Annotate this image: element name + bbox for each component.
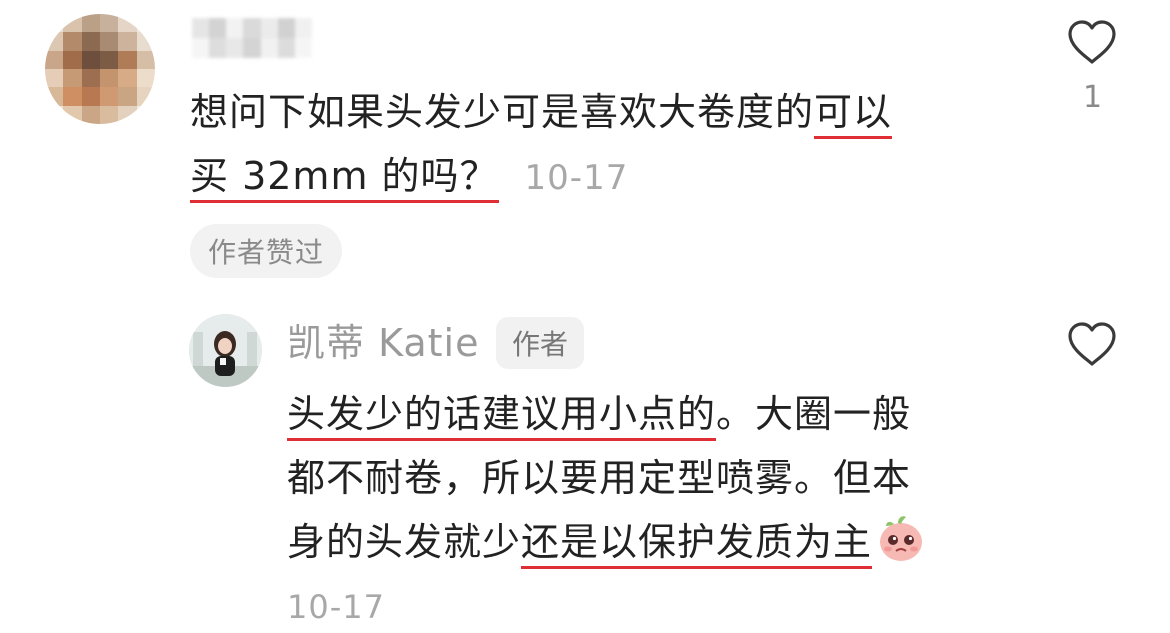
name-mosaic-tile [226,38,244,58]
avatar-mosaic-tile [81,14,100,33]
reply-text-line-1: 头发少的话建议用小点的。大圈一般 [287,382,911,446]
avatar-mosaic-tile [63,14,82,33]
avatar-mosaic-tile [100,14,119,33]
author-badge: 作者 [496,317,585,369]
name-mosaic-tile [243,38,261,58]
avatar-mosaic-tile [45,50,64,69]
avatar-mosaic-tile [100,69,119,88]
name-mosaic-tile [260,18,278,38]
avatar-mosaic-tile [100,105,119,124]
replier-avatar[interactable] [189,314,262,387]
avatar-mosaic-tile [81,50,100,69]
avatar-mosaic-tile [136,14,155,33]
reply-text-segment: 。大圈一般 [716,392,912,436]
avatar-mosaic-tile [81,105,100,124]
comment-text-line-2: 买 32mm 的吗？ 10-17 [190,144,628,210]
avatar-mosaic-tile [100,87,119,106]
name-mosaic-tile [209,18,227,38]
avatar-mosaic-tile [118,32,137,51]
avatar-mosaic-tile [100,32,119,51]
reply-text-underlined: 头发少的话建议用小点的 [287,392,717,441]
avatar-mosaic-tile [100,50,119,69]
avatar-mosaic-tile [63,50,82,69]
avatar-mosaic-tile [118,14,137,33]
avatar-mosaic-tile [118,50,137,69]
avatar-mosaic-tile [136,87,155,106]
avatar-mosaic-tile [63,69,82,88]
name-mosaic-tile [209,38,227,58]
name-mosaic-tile [294,38,312,58]
avatar-mosaic-tile [118,87,137,106]
avatar-mosaic-tile [63,32,82,51]
commenter-avatar-pixelated[interactable] [45,14,155,124]
name-mosaic-tile [192,38,210,58]
name-mosaic-tile [260,38,278,58]
avatar-mosaic-tile [45,14,64,33]
crying-peach-emoji-icon [880,516,923,561]
avatar-mosaic-tile [136,50,155,69]
commenter-name-blurred[interactable] [192,18,312,58]
avatar-mosaic-tile [118,69,137,88]
author-liked-badge: 作者赞过 [190,224,343,278]
reply-text-line-2: 都不耐卷，所以要用定型喷雾。但本 [287,446,911,510]
name-mosaic-tile [277,38,295,58]
avatar-mosaic-tile [81,32,100,51]
reply-text-underlined: 还是以保护发质为主 [521,520,873,569]
comment-text-underlined: 可以 [814,90,893,139]
name-mosaic-tile [226,18,244,38]
reply-text-segment: 身的头发就少 [287,520,522,564]
reply-text-line-3: 身的头发就少还是以保护发质为主 [287,510,926,574]
avatar-mosaic-tile [63,87,82,106]
avatar-mosaic-tile [45,69,64,88]
avatar-mosaic-tile [136,105,155,124]
replier-name[interactable]: 凯蒂 Katie [287,318,479,368]
reply-timestamp: 10-17 [287,588,385,626]
reply-text-segment: 都不耐卷，所以要用定型喷雾。但本 [287,456,912,500]
name-mosaic-tile [243,18,261,38]
avatar-mosaic-tile [136,32,155,51]
avatar-mosaic-tile [45,105,64,124]
comment-text-segment: 想问下如果头发少可是喜欢大卷度的 [190,90,815,134]
heart-outline-icon[interactable] [1066,18,1118,66]
avatar-mosaic-tile [136,69,155,88]
avatar-mosaic-tile [63,105,82,124]
heart-outline-icon[interactable] [1066,320,1118,368]
avatar-mosaic-tile [45,87,64,106]
name-mosaic-tile [294,18,312,38]
replier-avatar-photo [189,314,262,387]
avatar-mosaic-tile [81,69,100,88]
avatar-mosaic-tile [118,105,137,124]
name-mosaic-tile [192,18,210,38]
comment-text-line-1: 想问下如果头发少可是喜欢大卷度的可以 [190,80,893,144]
comment-text-underlined: 买 32mm 的吗？ [190,154,499,203]
comment-timestamp: 10-17 [524,158,629,198]
like-count: 1 [1083,80,1103,115]
avatar-mosaic-tile [45,32,64,51]
avatar-mosaic-tile [81,87,100,106]
name-mosaic-tile [277,18,295,38]
